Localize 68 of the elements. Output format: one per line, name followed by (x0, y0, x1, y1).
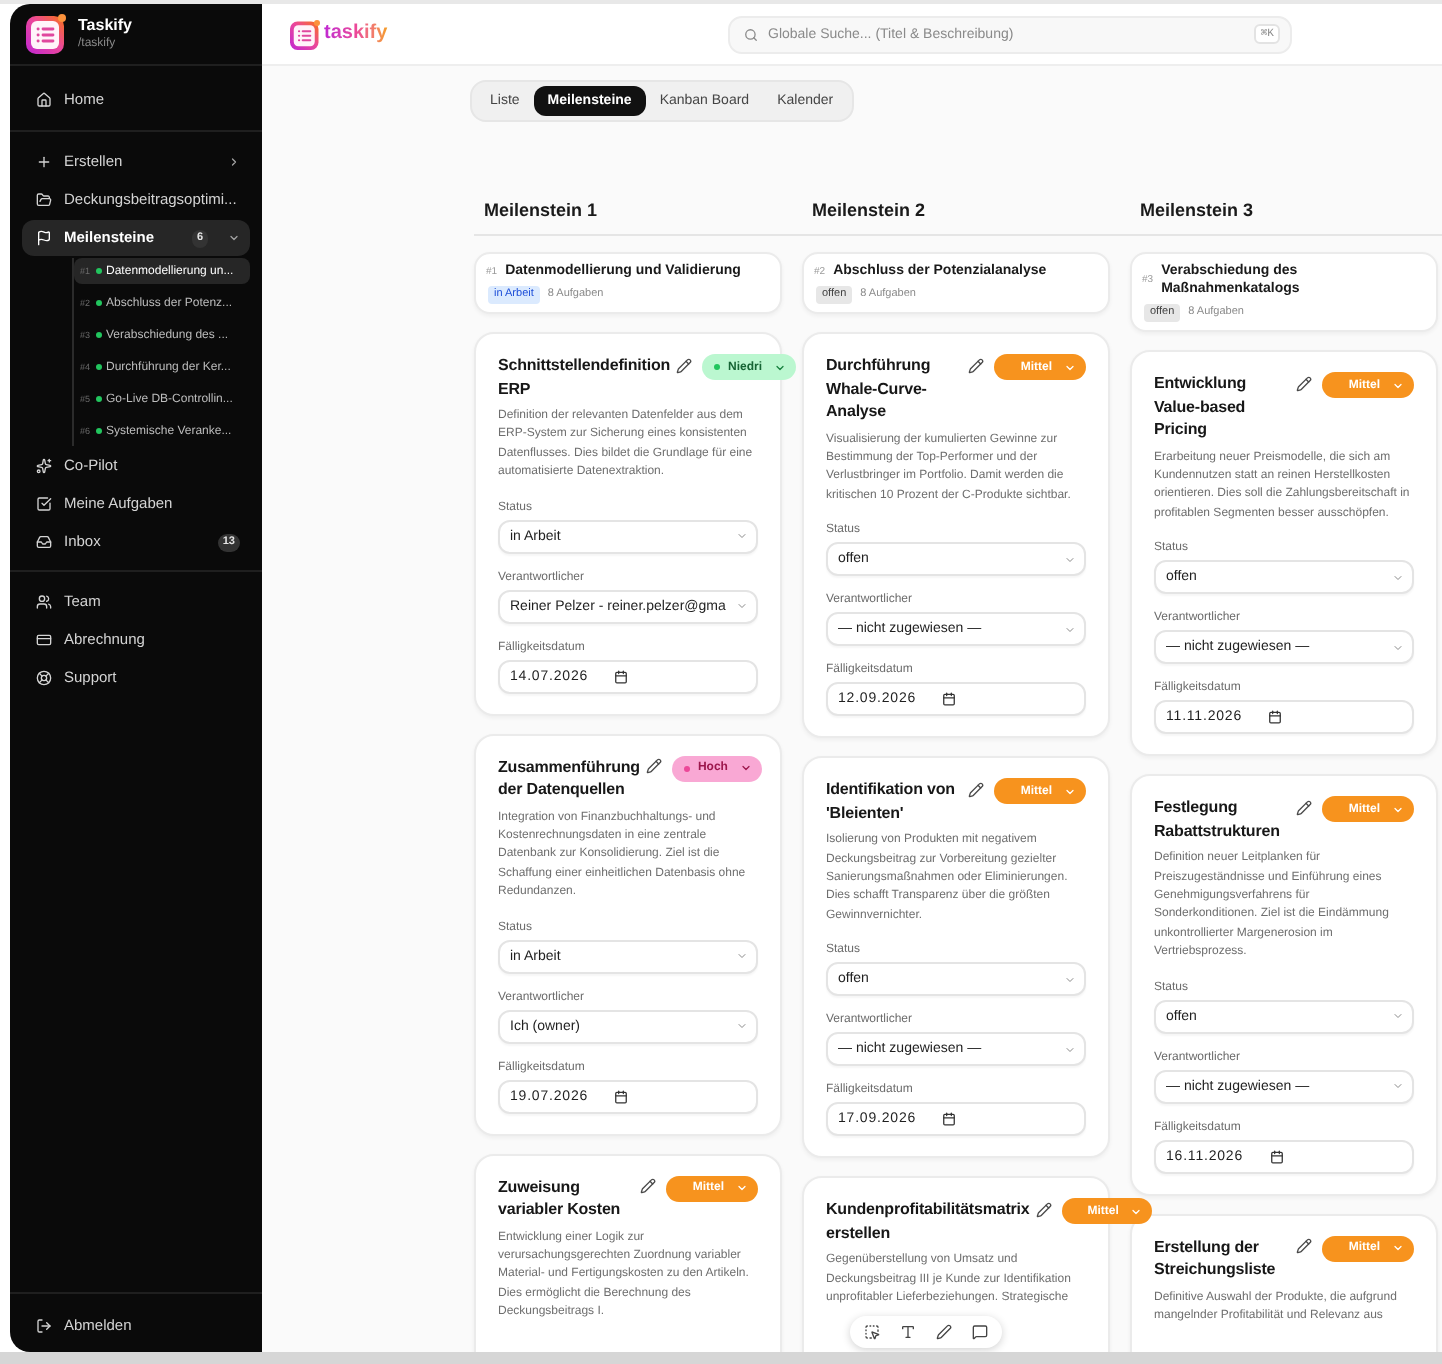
chevron-down-icon (736, 950, 748, 963)
calendar-icon (1268, 710, 1282, 725)
logo-wordmark: taskify (324, 22, 388, 46)
chevron-down-icon (736, 1020, 748, 1033)
calendar-icon (942, 692, 957, 707)
task-title: Zusammenführung der Datenquellen (498, 755, 640, 802)
chevron-down-icon (1064, 785, 1076, 798)
chevron-down-icon (1392, 803, 1404, 816)
plus-icon (36, 154, 52, 170)
task-title: Festlegung Rabattstrukturen (1154, 796, 1282, 843)
task-title: Kundenprofitabilitätsmatrix erstellen (826, 1198, 1030, 1245)
folder-icon (36, 192, 52, 208)
inbox-icon (36, 534, 52, 550)
pencil-icon[interactable] (1296, 1238, 1313, 1255)
task-title: Entwicklung Value-based Pricing (1154, 372, 1249, 441)
lifebuoy-icon (36, 670, 52, 686)
calendar-icon (614, 669, 629, 684)
task-title: Schnittstellendefinition ERP (498, 354, 671, 400)
chevron-down-icon (736, 1182, 748, 1195)
column-heading: Meilenstein 2 (812, 198, 926, 222)
task-title: Zuweisung variabler Kosten (498, 1175, 623, 1222)
chevron-down-icon (1064, 623, 1076, 636)
chevron-down-icon (1392, 641, 1404, 654)
chevron-down-icon (739, 762, 752, 775)
chevron-down-icon (1130, 1205, 1143, 1218)
column-heading: Meilenstein 3 (1140, 198, 1254, 222)
chevron-down-icon (1392, 379, 1404, 391)
pencil-icon[interactable] (1296, 375, 1313, 391)
dashed-square-pointer-icon[interactable] (864, 1324, 880, 1340)
flag-icon (36, 230, 52, 246)
calendar-icon (942, 1112, 957, 1127)
logout-icon (36, 1318, 52, 1334)
pencil-icon[interactable] (1035, 1201, 1052, 1218)
chevron-down-icon (774, 361, 787, 373)
pencil-icon[interactable] (640, 1178, 657, 1195)
checkbox-icon (36, 496, 52, 512)
pen-icon[interactable] (936, 1324, 952, 1340)
brand-name: Taskify (78, 16, 132, 36)
calendar-icon (614, 1089, 629, 1104)
chevron-down-icon (1064, 553, 1076, 566)
pencil-icon[interactable] (645, 758, 662, 775)
search-icon (744, 27, 758, 41)
users-icon (36, 594, 52, 610)
chevron-down-icon (736, 530, 748, 543)
app-logo (26, 14, 66, 54)
home-icon (36, 92, 52, 108)
pencil-icon[interactable] (676, 357, 693, 373)
speech-bubble-icon[interactable] (972, 1324, 988, 1340)
letter-t-icon[interactable] (900, 1324, 916, 1340)
chevron-down-icon (1064, 361, 1076, 373)
task-title: Erstellung der Streichungsliste (1154, 1235, 1278, 1282)
chevron-down-icon (1064, 1043, 1076, 1056)
credit-card-icon (36, 632, 52, 648)
chevron-down-icon (736, 600, 748, 613)
pencil-icon[interactable] (1296, 799, 1313, 816)
chevron-down-icon (1392, 1010, 1404, 1023)
chevron-down-icon (1392, 571, 1404, 584)
chevron-down-icon (1392, 1080, 1404, 1093)
sparkles-icon (36, 458, 52, 474)
task-title: Durchführung Whale-Curve-Analyse (826, 354, 933, 423)
calendar-icon (1269, 1149, 1284, 1164)
chevron-down-icon (1064, 973, 1076, 986)
app-logo (290, 19, 320, 49)
chevron-down-icon (1392, 1242, 1404, 1255)
task-title: Identifikation von 'Bleienten' (826, 778, 957, 825)
column-heading: Meilenstein 1 (484, 198, 598, 222)
pencil-icon[interactable] (968, 357, 985, 373)
pencil-icon[interactable] (968, 781, 985, 798)
